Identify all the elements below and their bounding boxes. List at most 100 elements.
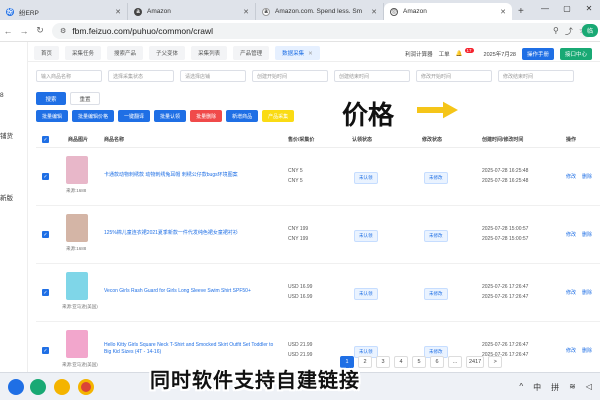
price-sale: USD 16.99 — [288, 284, 313, 290]
product-thumbnail[interactable] — [66, 214, 88, 242]
erp-icon: 纷 — [6, 7, 14, 16]
row-checkbox[interactable]: ✓ — [42, 173, 49, 180]
browser-tab-1[interactable]: a Amazon ✕ — [128, 3, 256, 20]
bulk-edit-button[interactable]: 批量编辑 — [36, 110, 69, 122]
close-icon[interactable]: ✕ — [371, 8, 377, 16]
minimize-icon[interactable]: — — [534, 0, 556, 16]
close-icon[interactable]: ✕ — [243, 8, 249, 16]
edit-link[interactable]: 修改 — [566, 348, 576, 354]
page-button[interactable]: 4 — [394, 356, 408, 368]
extension-button[interactable]: 临 — [581, 24, 598, 37]
modify-start-date[interactable]: 修改开始时间 — [416, 70, 492, 82]
page-button[interactable]: 6 — [430, 356, 444, 368]
col-image: 商品图片 — [68, 137, 89, 143]
sidebar-item-2[interactable]: 新版 — [0, 192, 13, 202]
nav-tab-tasks[interactable]: 采集任务 — [65, 45, 102, 60]
close-icon[interactable]: ✕ — [500, 8, 506, 16]
product-thumbnail[interactable] — [66, 272, 88, 300]
product-name-link[interactable]: 卡通款动物刺绣款 动物刺绣兔耳帽 刺绣公仔款bugs环境图案 — [104, 172, 274, 179]
reset-button[interactable]: 重置 — [70, 92, 100, 105]
close-window-icon[interactable]: ✕ — [578, 0, 600, 16]
chrome-icon[interactable] — [78, 379, 94, 395]
edit-link[interactable]: 修改 — [566, 290, 576, 296]
add-product-button[interactable]: 新增商品 — [226, 110, 259, 122]
search-icon[interactable]: ⚲ — [553, 26, 559, 37]
url-field[interactable]: ⚙ fbm.feizuo.com/puhuo/common/crawl ⚲ ⤴ … — [52, 22, 592, 39]
create-start-date[interactable]: 创建开始时间 — [252, 70, 328, 82]
nav-tab-products[interactable]: 产品管理 — [233, 45, 270, 60]
back-icon[interactable]: ← — [0, 26, 16, 36]
tray-up-icon[interactable]: ^ — [519, 382, 523, 393]
app-header-right: 利润计算器 工单 🔔 17 2025年7月28 操作手册 接口中心 — [405, 47, 592, 60]
nav-tab-search[interactable]: 搜索产品 — [107, 45, 144, 60]
translate-button[interactable]: 一键翻译 — [118, 110, 151, 122]
close-icon[interactable]: ✕ — [115, 8, 121, 16]
bulk-claim-button[interactable]: 批量认领 — [154, 110, 187, 122]
close-icon[interactable]: ✕ — [308, 51, 313, 57]
ime-mode[interactable]: 拼 — [551, 382, 559, 393]
store-select[interactable]: 请选择店铺 — [180, 70, 246, 82]
product-name-link[interactable]: 125%棉儿童连衣裙2021夏季新款一件代发纯色裙女童裙衬衫 — [104, 230, 274, 237]
reload-icon[interactable]: ↻ — [32, 25, 48, 36]
interface-center-button[interactable]: 接口中心 — [559, 48, 592, 60]
page-button[interactable]: 5 — [412, 356, 426, 368]
nav-tab-crawl[interactable]: 数据采集 ✕ — [275, 45, 320, 60]
page-button[interactable]: 2 — [358, 356, 372, 368]
row-checkbox[interactable]: ✓ — [42, 289, 49, 296]
bulk-toolbar: 批量编辑 批量编辑价格 一键翻译 批量认领 批量删除 新增商品 产品采集 — [36, 110, 295, 122]
nav-tab-home[interactable]: 首页 — [34, 45, 60, 60]
crawl-status-select[interactable]: 选择采集状态 — [108, 70, 174, 82]
nav-tab-variants[interactable]: 子父变体 — [149, 45, 186, 60]
search-button[interactable]: 搜索 — [36, 92, 66, 105]
edit-link[interactable]: 修改 — [566, 174, 576, 180]
maximize-icon[interactable]: ▢ — [556, 0, 578, 16]
share-icon[interactable]: ⤴ — [565, 26, 573, 37]
row-checkbox[interactable]: ✓ — [42, 231, 49, 238]
product-source: 来源:1688 — [66, 188, 87, 193]
row-checkbox[interactable]: ✓ — [42, 347, 49, 354]
bulk-delete-button[interactable]: 批量删除 — [190, 110, 223, 122]
next-page-button[interactable]: > — [488, 356, 503, 368]
nav-tab-list[interactable]: 采集列表 — [191, 45, 228, 60]
ime-language[interactable]: 中 — [533, 382, 541, 393]
modify-end-date[interactable]: 修改结束时间 — [498, 70, 574, 82]
edge-icon[interactable] — [8, 379, 24, 395]
create-time: 2025-07-26 17:26:47 — [482, 342, 529, 348]
page-ellipsis[interactable]: ... — [448, 356, 462, 368]
sidebar-item-0[interactable]: 8 — [0, 92, 4, 99]
workorder-link[interactable]: 工单 — [439, 50, 450, 58]
browser-tab-0[interactable]: 纷 纷ERP ✕ — [0, 3, 128, 20]
wifi-icon[interactable]: ≋ — [569, 382, 576, 393]
bell-icon[interactable]: 🔔 — [456, 51, 463, 57]
sidebar-item-1[interactable]: 铺货 — [0, 130, 13, 140]
product-crawl-button[interactable]: 产品采集 — [262, 110, 295, 122]
delete-link[interactable]: 删除 — [582, 174, 592, 180]
product-thumbnail[interactable] — [66, 330, 88, 358]
select-all-checkbox[interactable]: ✓ — [42, 136, 49, 143]
bulk-edit-price-button[interactable]: 批量编辑价格 — [72, 110, 115, 122]
delete-link[interactable]: 删除 — [582, 232, 592, 238]
volume-icon[interactable]: ◁ — [586, 382, 592, 393]
new-tab-button[interactable]: + — [512, 6, 530, 20]
product-thumbnail[interactable] — [66, 156, 88, 184]
site-info-icon[interactable]: ⚙ — [60, 27, 66, 35]
row-ops: 修改 删除 — [566, 173, 598, 180]
edit-link[interactable]: 修改 — [566, 232, 576, 238]
create-end-date[interactable]: 创建结束时间 — [334, 70, 410, 82]
product-name-input[interactable]: 输入商品名称 — [36, 70, 102, 82]
wechat-icon[interactable] — [30, 379, 46, 395]
browser-tab-3[interactable]: ◎ Amazon ✕ — [384, 3, 512, 20]
forward-icon[interactable]: → — [16, 26, 32, 36]
profit-calculator-link[interactable]: 利润计算器 — [405, 50, 433, 58]
app-icon[interactable] — [54, 379, 70, 395]
delete-link[interactable]: 删除 — [582, 290, 592, 296]
product-source: 来源:亚马逊(美国) — [62, 304, 98, 309]
browser-tab-2[interactable]: a Amazon.com. Spend less. Sm ✕ — [256, 3, 384, 20]
delete-link[interactable]: 删除 — [582, 348, 592, 354]
product-name-link[interactable]: Hello Kitty Girls Square Neck T-Shirt an… — [104, 342, 274, 356]
manual-button[interactable]: 操作手册 — [521, 48, 554, 60]
product-name-link[interactable]: Vecon Girls Rash Guard for Girls Long Sl… — [104, 288, 274, 295]
page-button[interactable]: 3 — [376, 356, 390, 368]
modify-status-badge: 未修改 — [424, 172, 448, 184]
page-button[interactable]: 2417 — [466, 356, 485, 368]
